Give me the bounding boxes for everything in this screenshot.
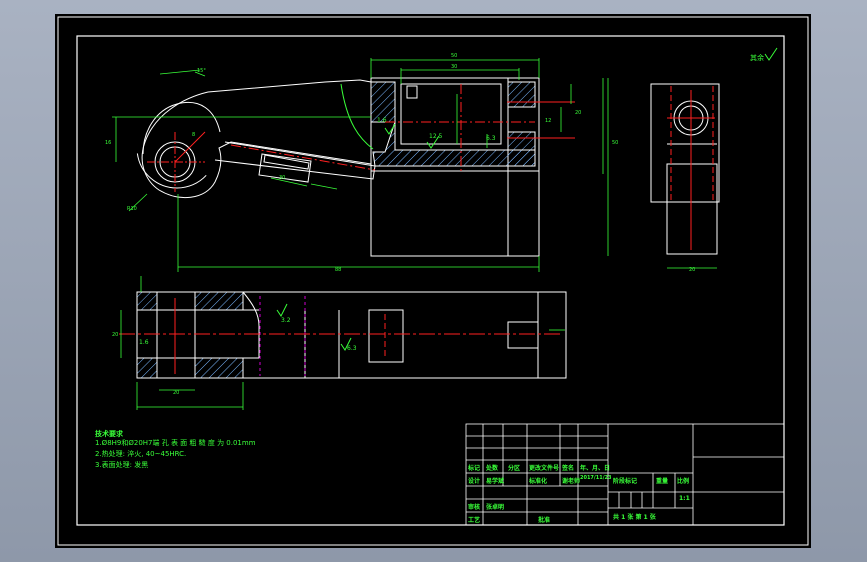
section-slot [368,309,404,363]
dim-angle: 15° [197,68,206,74]
tb-reviewer-name: 张卓明 [486,504,505,511]
drawing-sheet: 88 50 30 50 16 15° 30 R10 20 8 1.6 12.5 … [55,14,811,548]
dim-small: 20 [575,110,581,116]
roughness-note-label: 其余 [750,53,764,62]
side-view: 20 [650,83,720,273]
tb-rev-count: 处数 [486,465,499,472]
tb-weight-label: 重量 [656,478,669,485]
outer-border [57,16,809,546]
dim-slot-len: 30 [279,175,285,181]
section-dim-label: 20 [173,390,179,396]
section-view: 20 20 3.2 6.3 1.6 [112,276,567,410]
section-hatch [136,357,158,379]
tb-rev-sign: 签名 [562,465,575,472]
technical-drawing: 88 50 30 50 16 15° 30 R10 20 8 1.6 12.5 … [57,16,809,546]
tech-req-line: 2.热处理: 淬火, 40~45HRC. [95,450,187,458]
lever-fillet [340,83,374,150]
section-hatch [194,291,244,311]
section-hatch [194,357,244,379]
lever-arm [141,79,372,199]
tb-scale-value: 1:1 [679,495,690,502]
section-dimensions [120,276,565,410]
dim-r10: R10 [127,206,137,212]
tb-standardize-label: 标准化 [529,478,548,485]
cad-application: 88 50 30 50 16 15° 30 R10 20 8 1.6 12.5 … [0,0,867,562]
roughness-1-6-section: 1.6 [139,339,149,346]
tb-scale-label: 比例 [677,478,690,485]
dim-height-side: 16 [105,140,111,146]
section-end-hole [507,321,539,349]
dim-top-width: 50 [451,53,457,59]
small-notch [406,85,418,99]
title-block [465,423,785,526]
roughness-3-2: 3.2 [281,317,291,324]
tb-sheets: 共 1 张 第 1 张 [613,514,656,521]
roughness-6-3: 6.3 [486,135,496,142]
roughness-12-5: 12.5 [429,133,443,140]
tb-rev-date: 年、月、日 [580,465,611,472]
tb-review-label: 审核 [468,504,481,511]
front-view: 88 50 30 50 16 15° 30 R10 20 8 1.6 12.5 … [105,53,618,273]
roughness-6-3-section: 6.3 [347,345,357,352]
section-hatch [136,291,158,311]
dim-top-inner: 30 [451,64,457,70]
section-dim-label: 20 [112,332,118,338]
section-hatch [507,81,536,108]
tb-process-label: 工艺 [468,517,481,524]
roughness-1-6: 1.6 [377,117,387,124]
tb-rev-doc: 更改文件号 [529,465,560,472]
tb-stage-label: 阶段标记 [613,478,638,485]
tb-designer-name: 易学斌 [486,478,505,485]
dim-height-block: 50 [612,140,618,146]
roughness-note: 其余 [750,47,778,62]
tb-rev-mark: 标记 [468,465,481,472]
side-lower [666,163,718,255]
side-dim-label: 20 [689,267,695,273]
centerline [230,144,376,171]
tech-req-line: 3.表面处理: 发黑 [95,461,149,469]
lever-end-arc [136,107,218,189]
tb-approve-label: 批准 [538,517,551,524]
section-curve [242,291,260,358]
tb-designer-label: 设计 [468,478,481,485]
lever-boss-outline [142,102,221,155]
tb-approve-sign: 谢老师 [562,478,581,485]
tech-req-title: 技术要求 [95,430,123,438]
tb-rev-zone: 分区 [508,465,521,472]
section-hatch [370,81,396,123]
dim-side-w: 12 [545,118,551,124]
tb-date: 2017/11/23 [580,475,612,481]
tech-req-line: 1.Ø8H9和Ø20H7端 孔 表 面 粗 糙 度 为 0.01mm [95,439,256,447]
dim-dia: 8 [192,132,195,138]
dim-total-length: 88 [335,267,341,273]
centerline [174,131,206,163]
